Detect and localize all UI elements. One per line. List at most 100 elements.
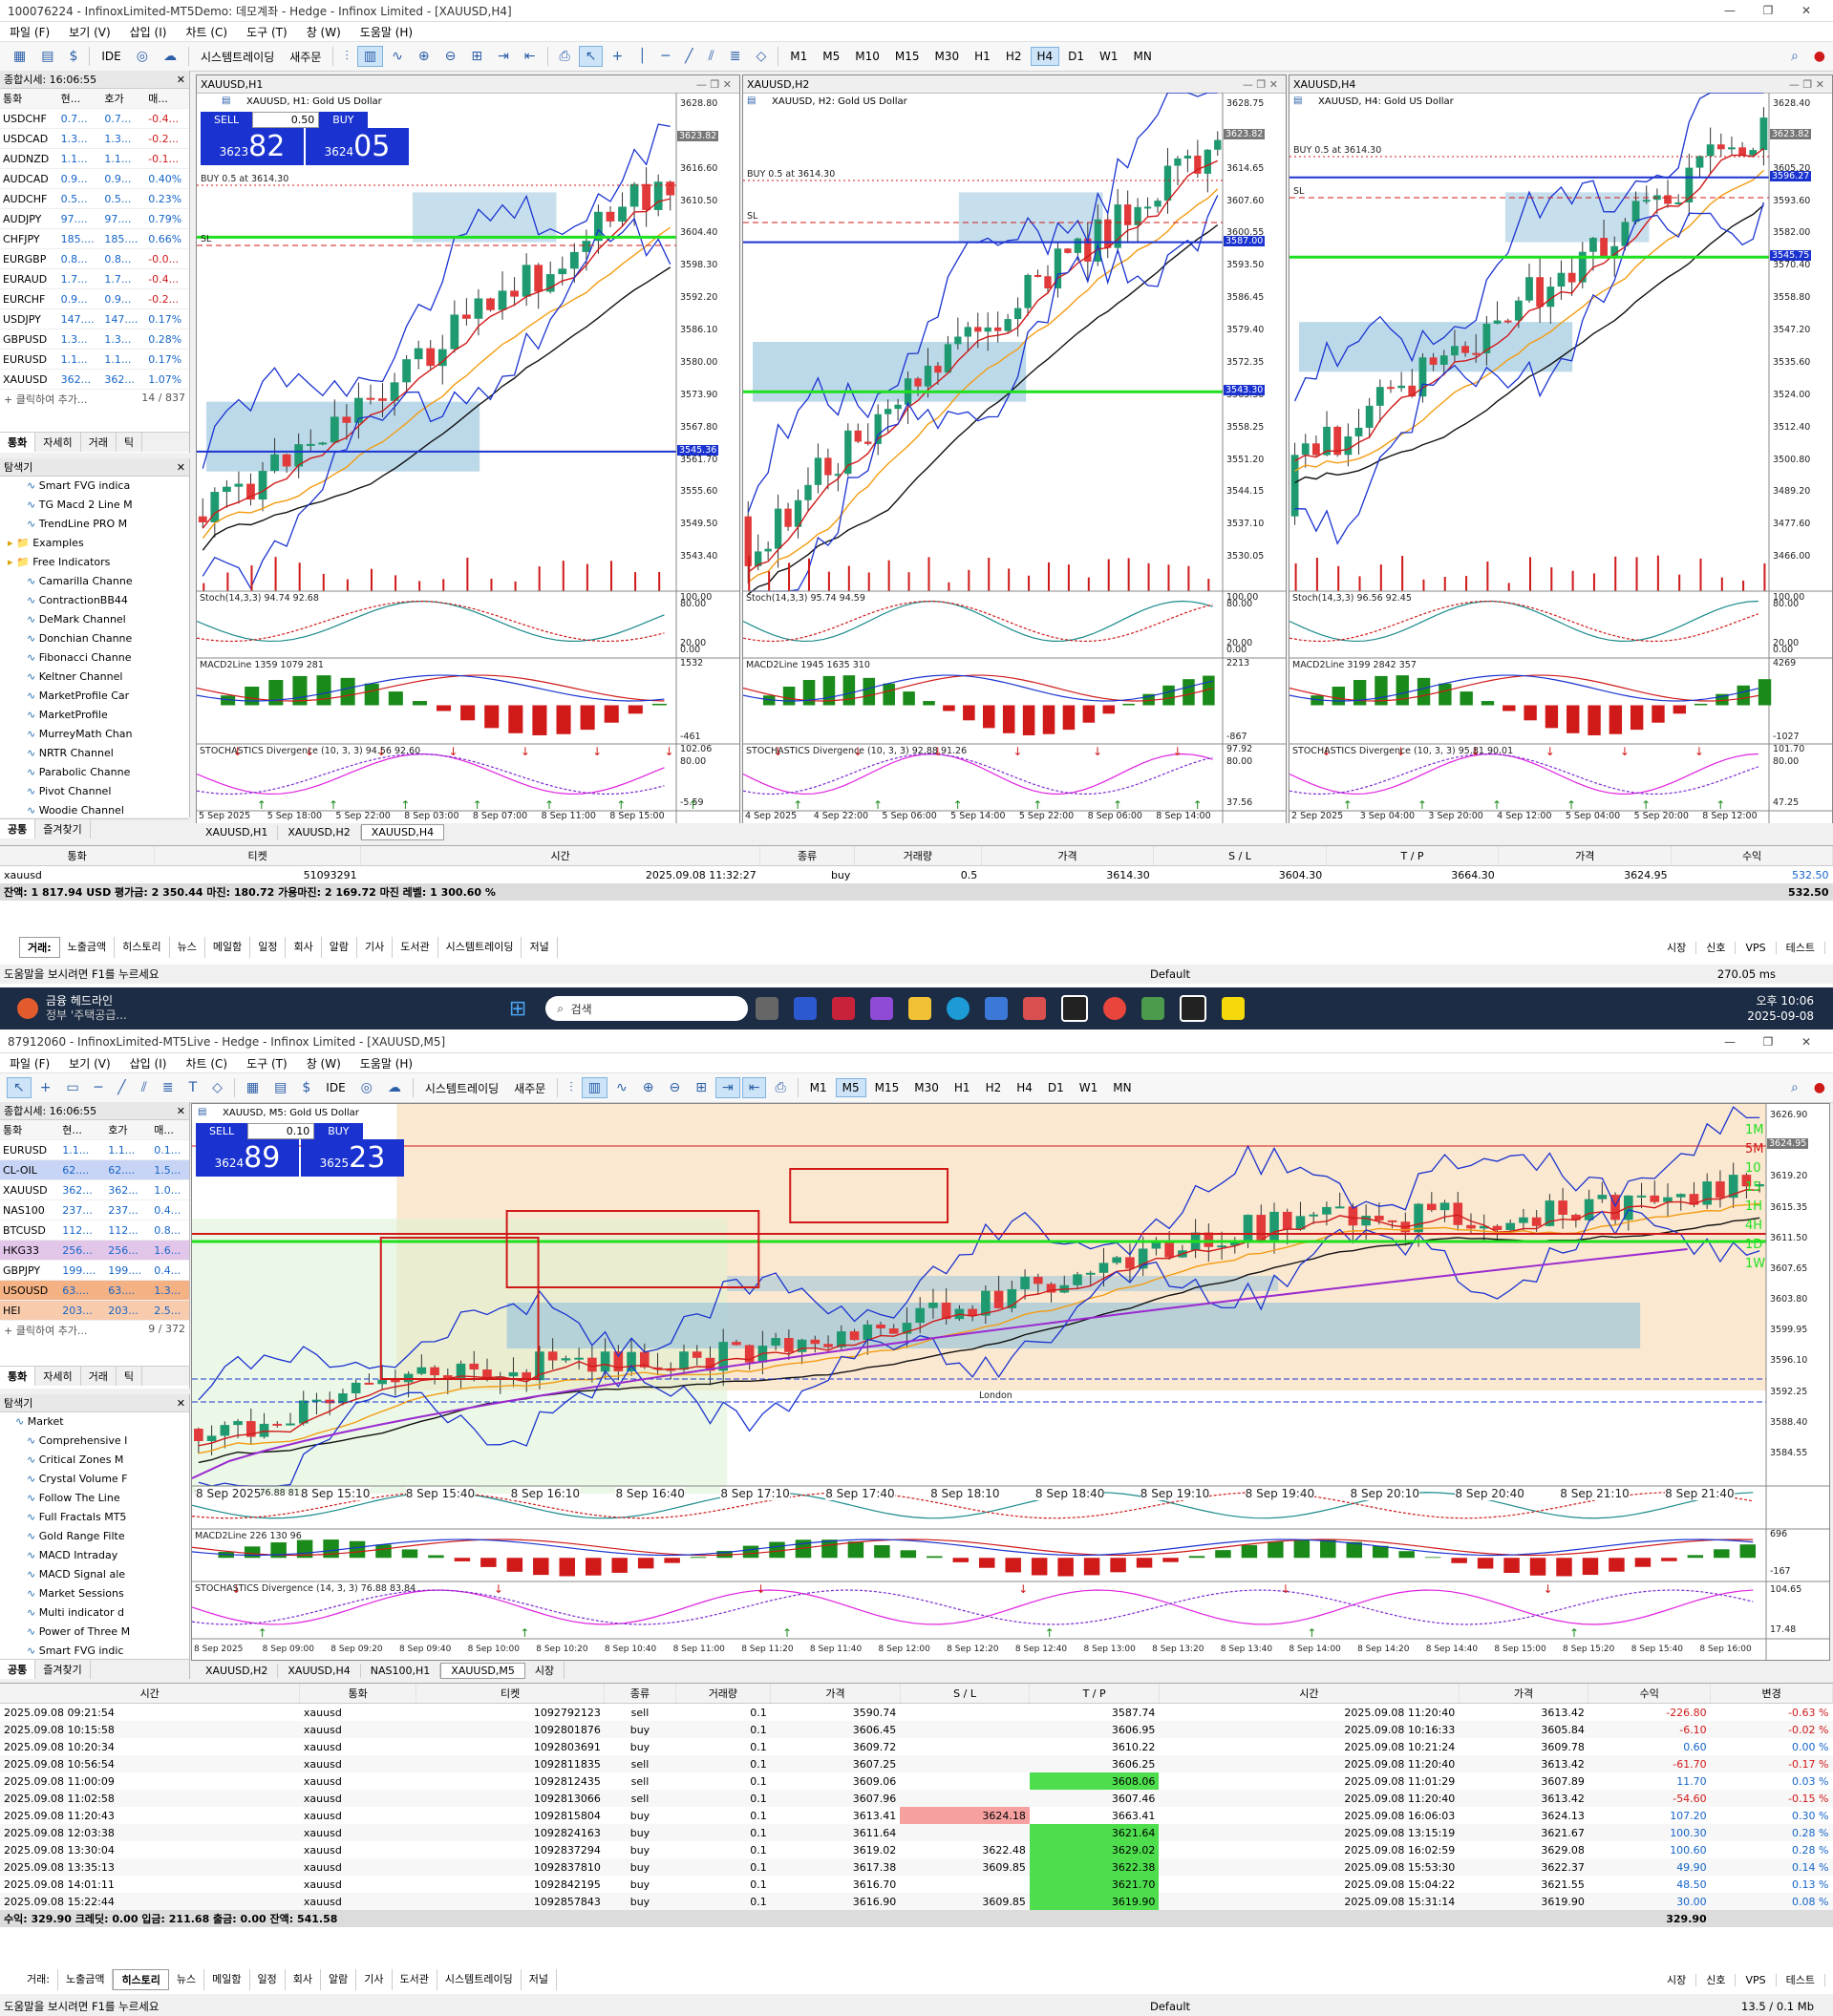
- tab-favorites[interactable]: 즐겨찾기: [35, 819, 91, 838]
- add-symbol-link[interactable]: + 클릭하여 추가...: [4, 1323, 87, 1338]
- price-chart-svg[interactable]: ↓↑↓↑↓↑↓↑↓↑↓↑: [192, 1104, 1829, 1660]
- horizontal-line-icon[interactable]: ─: [88, 1077, 109, 1098]
- chart-tab[interactable]: XAUUSD,H2: [196, 1663, 279, 1678]
- ide-button[interactable]: IDE: [319, 1078, 352, 1097]
- app-icon[interactable]: [1180, 995, 1207, 1022]
- tab-ticks[interactable]: 틱: [117, 1367, 142, 1386]
- tab-trading[interactable]: 거래: [81, 1367, 117, 1386]
- screenshot-icon[interactable]: ⎙: [553, 46, 577, 67]
- window-controls[interactable]: — ❐ ✕: [696, 78, 739, 91]
- text-icon[interactable]: T: [182, 1077, 204, 1098]
- toolbox-link[interactable]: 신호: [1696, 1974, 1737, 1986]
- tab-common[interactable]: 공통: [0, 819, 36, 838]
- chart-tab[interactable]: NAS100,H1: [361, 1663, 441, 1678]
- timeframe-h2[interactable]: H2: [979, 1078, 1009, 1097]
- chart-menu-icon[interactable]: ▤: [198, 1107, 206, 1117]
- column-header[interactable]: 가격: [770, 1684, 901, 1704]
- navigator-item[interactable]: ∿ Gold Range Filte: [8, 1527, 189, 1546]
- toolbox-link[interactable]: 테스트: [1776, 942, 1825, 954]
- app-icon[interactable]: [1023, 997, 1047, 1020]
- navigator-item[interactable]: ∿ Parabolic Channe: [8, 763, 189, 782]
- timeframe-w1[interactable]: W1: [1093, 47, 1125, 66]
- crosshair-icon[interactable]: +: [33, 1077, 58, 1098]
- navigator-item[interactable]: ∿ Market: [8, 1412, 189, 1432]
- toolbox-link[interactable]: 신호: [1696, 942, 1737, 954]
- column-header[interactable]: 티켓: [154, 846, 362, 866]
- symbol-row[interactable]: USDCHF 0.7... 0.7... -0.4...: [0, 108, 189, 129]
- scroll-icon[interactable]: ⇥: [714, 1077, 740, 1098]
- column-header[interactable]: 현...: [59, 1120, 106, 1140]
- history-row[interactable]: 2025.09.08 15:22:44 xauusd 1092857843 buy 0.…: [0, 1893, 1833, 1910]
- line-chart-icon[interactable]: ∿: [385, 46, 410, 67]
- symbol-row[interactable]: GBPUSD 1.3... 1.3... 0.28%: [0, 329, 189, 350]
- navigator-item[interactable]: ∿ Woodie Channel: [8, 801, 189, 817]
- symbol-row[interactable]: AUDJPY 97.... 97.... 0.79%: [0, 208, 189, 229]
- new-order-button[interactable]: 새주문: [507, 1077, 552, 1099]
- symbol-row[interactable]: BTCUSD 112... 112... 0.8...: [0, 1220, 189, 1241]
- toolbox-tab[interactable]: 저널: [522, 1969, 558, 1990]
- price-chart-svg[interactable]: ↓↑↓↑↓↑↓↑↓↑↓↑↓↑: [197, 93, 739, 826]
- symbol-row[interactable]: HKG33 256... 256... 1.6...: [0, 1240, 189, 1261]
- chart-window[interactable]: XAUUSD,H2— ❐ ✕↓↑↓↑↓↑↓↑↓↑↓↑3628.753621.70…: [742, 74, 1287, 827]
- navigator-item[interactable]: ∿ Keltner Channel: [8, 668, 189, 687]
- symbol-row[interactable]: EURCHF 0.9... 0.9... -0.2...: [0, 288, 189, 309]
- menu-item[interactable]: 도구 (T): [237, 24, 297, 40]
- menu-item[interactable]: 파일 (F): [0, 1055, 59, 1072]
- navigator-item[interactable]: ∿ Pivot Channel: [8, 782, 189, 801]
- chart-tab[interactable]: XAUUSD,H4: [360, 823, 445, 840]
- toolbox-tab[interactable]: 거래:: [19, 1969, 58, 1990]
- app-icon[interactable]: [870, 997, 894, 1020]
- shift-icon[interactable]: ⇤: [741, 1077, 767, 1098]
- history-row[interactable]: 2025.09.08 13:35:13 xauusd 1092837810 buy 0.…: [0, 1858, 1833, 1876]
- toolbox-tab[interactable]: 일정: [250, 937, 287, 958]
- dollar-icon[interactable]: $: [295, 1077, 317, 1098]
- timeframe-h1[interactable]: H1: [948, 1078, 977, 1097]
- search-icon[interactable]: ⌕: [1784, 1077, 1805, 1098]
- column-header[interactable]: 통화: [0, 89, 58, 109]
- buy-price[interactable]: 362405: [306, 128, 409, 165]
- navigator-item[interactable]: ∿ Critical Zones M: [8, 1451, 189, 1470]
- edge-icon[interactable]: [947, 997, 970, 1020]
- toolbox-tab[interactable]: 히스토리: [113, 1969, 169, 1990]
- candle-chart-icon[interactable]: ▥: [581, 1077, 608, 1098]
- chart-window[interactable]: ↓↑↓↑↓↑↓↑↓↑↓↑3626.903623.053619.203615.35…: [191, 1103, 1830, 1661]
- news-widget-icon[interactable]: [17, 998, 38, 1019]
- toolbox-tab[interactable]: 히스토리: [115, 937, 170, 958]
- menu-item[interactable]: 삽입 (I): [120, 1055, 177, 1072]
- cloud-icon[interactable]: ☁: [157, 46, 183, 67]
- navigator-item[interactable]: ∿ TG Macd 2 Line M: [8, 496, 189, 515]
- navigator-item[interactable]: ∿ Camarilla Channe: [8, 572, 189, 591]
- restore-icon[interactable]: ❐: [1749, 1035, 1787, 1049]
- kakaotalk-icon[interactable]: [1222, 997, 1246, 1020]
- search-icon[interactable]: ⌕: [1784, 46, 1805, 67]
- chart-menu-icon[interactable]: ▤: [222, 95, 230, 106]
- bar-chart-icon[interactable]: ⫶: [338, 46, 355, 67]
- toolbox-tab[interactable]: 일정: [250, 1969, 286, 1990]
- restore-icon[interactable]: ❐: [1749, 4, 1787, 17]
- column-header[interactable]: 통화: [0, 846, 156, 866]
- toolbox-tab[interactable]: 노출금액: [60, 937, 116, 958]
- menu-item[interactable]: 도움말 (H): [351, 24, 422, 40]
- column-header[interactable]: S / L: [1153, 846, 1327, 866]
- chart-window[interactable]: XAUUSD,H4— ❐ ✕↓↑↓↑↓↑↓↑↓↑↓↑3628.403616.80…: [1289, 74, 1833, 827]
- navigator-item[interactable]: ∿ Power of Three M: [8, 1623, 189, 1642]
- new-chart-icon[interactable]: ▦: [7, 46, 32, 67]
- price-chart-svg[interactable]: ↓↑↓↑↓↑↓↑↓↑↓↑: [1289, 93, 1832, 826]
- column-header[interactable]: 거래량: [854, 846, 982, 866]
- toolbox-link[interactable]: VPS: [1736, 942, 1777, 954]
- lot-size-input[interactable]: 0.10: [247, 1123, 315, 1139]
- navigator-item[interactable]: ∿ Crystal Volume F: [8, 1470, 189, 1489]
- symbol-row[interactable]: USOUSD 63.... 63.... 1.3...: [0, 1280, 189, 1301]
- tab-symbols[interactable]: 통화: [0, 1367, 36, 1386]
- navigator-item[interactable]: ∿ Full Fractals MT5: [8, 1508, 189, 1527]
- column-header[interactable]: 매...: [145, 89, 189, 109]
- symbol-row[interactable]: USDJPY 147.... 147.... 0.17%: [0, 308, 189, 329]
- column-header[interactable]: 시간: [360, 846, 761, 866]
- rectangle-icon[interactable]: ▭: [59, 1077, 85, 1098]
- symbol-row[interactable]: HEI 203... 203... 2.5...: [0, 1300, 189, 1321]
- column-header[interactable]: 가격: [1459, 1684, 1589, 1704]
- shift-icon[interactable]: ⇤: [518, 46, 543, 67]
- tab-trading[interactable]: 거래: [81, 433, 117, 452]
- minimize-icon[interactable]: —: [1711, 4, 1749, 17]
- price-chart-svg[interactable]: ↓↑↓↑↓↑↓↑↓↑↓↑: [743, 93, 1286, 826]
